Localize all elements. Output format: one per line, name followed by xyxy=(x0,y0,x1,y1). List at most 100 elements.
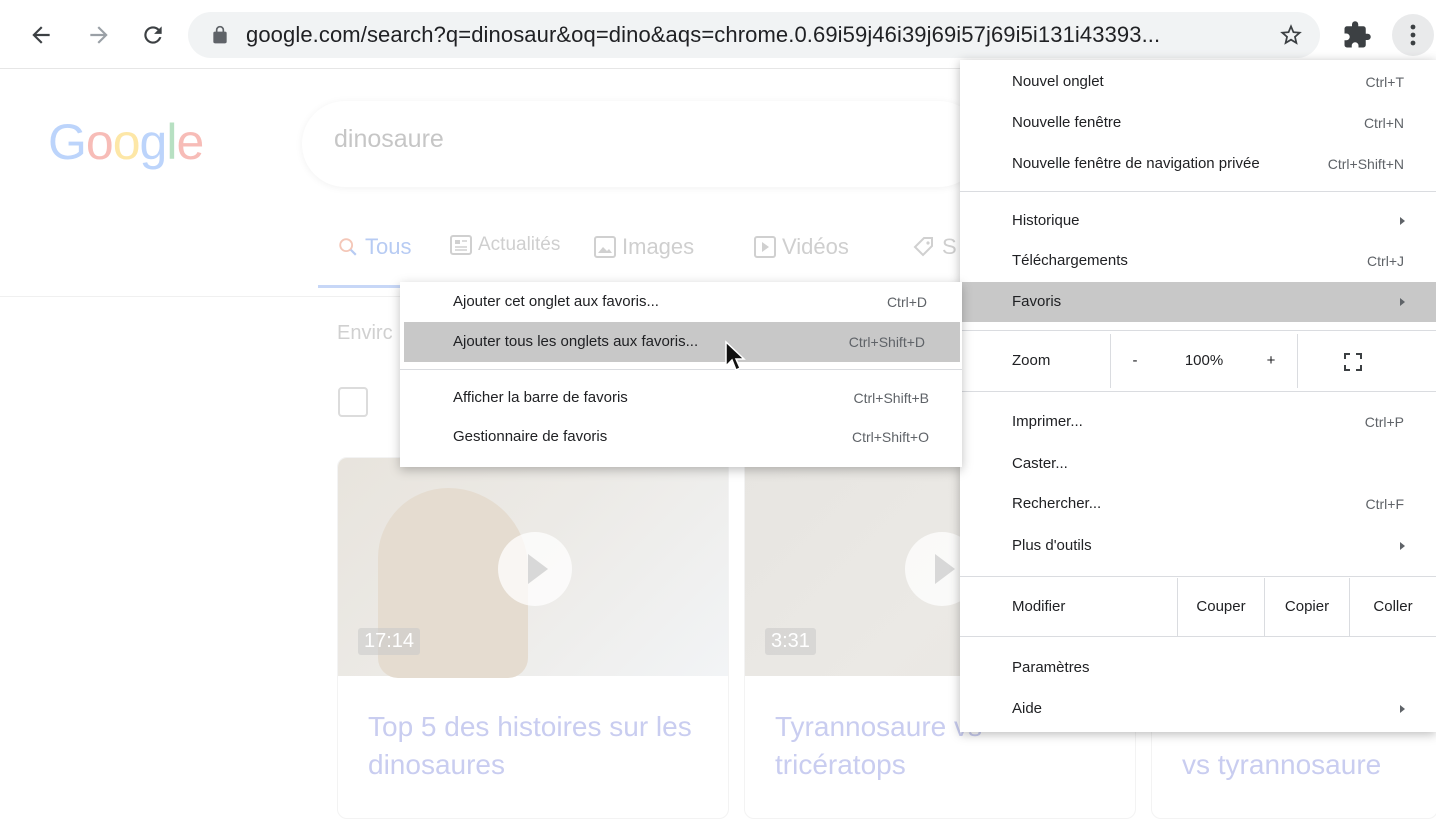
submenu-item-show-bookmarks-bar[interactable]: Afficher la barre de favoris Ctrl+Shift+… xyxy=(400,378,962,418)
paste-button[interactable]: Coller xyxy=(1350,578,1436,636)
tab-label: S xyxy=(942,234,957,259)
submenu-arrow-icon xyxy=(1400,217,1405,225)
extensions-puzzle-icon[interactable] xyxy=(1342,20,1372,50)
menu-item-bookmarks[interactable]: Favoris xyxy=(960,282,1436,322)
video-card[interactable]: 17:14 Top 5 des histoires sur les dinosa… xyxy=(337,457,729,819)
submenu-arrow-icon xyxy=(1400,298,1405,306)
search-input[interactable]: dinosaure xyxy=(334,125,444,154)
video-title[interactable]: Top 5 des histoires sur les dinosaures xyxy=(368,708,708,784)
star-icon[interactable] xyxy=(1278,22,1304,48)
menu-item-shortcut: Ctrl+Shift+N xyxy=(1327,156,1404,172)
tab-label: Actualités xyxy=(478,234,561,255)
menu-item-downloads[interactable]: Téléchargements Ctrl+J xyxy=(960,241,1436,281)
edit-label: Modifier xyxy=(1012,598,1066,615)
menu-item-shortcut: Ctrl+T xyxy=(1365,74,1405,90)
video-title[interactable]: vs tyrannosaure xyxy=(1182,746,1436,784)
menu-item-shortcut: Ctrl+N xyxy=(1363,115,1404,131)
tab-label: Images xyxy=(622,234,695,259)
menu-item-incognito[interactable]: Nouvelle fenêtre de navigation privée Ct… xyxy=(960,144,1436,184)
tab-shopping[interactable]: S xyxy=(912,234,957,260)
submenu-item-shortcut: Ctrl+D xyxy=(886,294,927,310)
menu-item-label: Plus d'outils xyxy=(1012,537,1092,554)
mouse-cursor-icon xyxy=(725,340,746,372)
tab-all[interactable]: Tous xyxy=(337,234,411,260)
tab-label: Vidéos xyxy=(782,234,849,259)
video-thumbnail[interactable]: 17:14 xyxy=(338,458,728,678)
menu-item-label: Rechercher... xyxy=(1012,495,1102,512)
submenu-item-bookmark-manager[interactable]: Gestionnaire de favoris Ctrl+Shift+O xyxy=(400,417,962,457)
logo-letter: o xyxy=(112,114,141,170)
video-section-icon xyxy=(338,387,368,417)
submenu-item-label: Ajouter cet onglet aux favoris... xyxy=(453,293,659,310)
submenu-item-label: Ajouter tous les onglets aux favoris... xyxy=(453,333,699,350)
google-logo[interactable]: Google xyxy=(48,113,204,171)
menu-item-help[interactable]: Aide xyxy=(960,689,1436,729)
video-duration: 3:31 xyxy=(765,628,816,655)
news-icon xyxy=(450,235,472,255)
logo-letter: l xyxy=(166,114,177,170)
menu-item-new-window[interactable]: Nouvelle fenêtre Ctrl+N xyxy=(960,103,1436,143)
menu-item-find[interactable]: Rechercher... Ctrl+F xyxy=(960,484,1436,524)
zoom-in-button[interactable]: + xyxy=(1256,334,1286,388)
menu-item-more-tools[interactable]: Plus d'outils xyxy=(960,526,1436,566)
menu-item-shortcut: Ctrl+P xyxy=(1364,414,1404,430)
menu-item-settings[interactable]: Paramètres xyxy=(960,648,1436,688)
chrome-menu-button[interactable] xyxy=(1392,14,1434,56)
submenu-item-bookmark-tab[interactable]: Ajouter cet onglet aux favoris... Ctrl+D xyxy=(400,282,962,322)
submenu-arrow-icon xyxy=(1400,542,1405,550)
submenu-item-label: Gestionnaire de favoris xyxy=(453,428,608,445)
zoom-level: 100% xyxy=(1184,352,1224,369)
menu-item-label: Imprimer... xyxy=(1012,413,1083,430)
more-vertical-icon xyxy=(1410,24,1416,46)
tab-news[interactable]: Actualités xyxy=(450,234,560,256)
back-button[interactable] xyxy=(24,18,58,52)
menu-divider xyxy=(960,636,1436,637)
search-icon xyxy=(339,238,357,256)
submenu-item-bookmark-all-tabs[interactable]: Ajouter tous les onglets aux favoris... … xyxy=(404,322,960,362)
zoom-row: Zoom - 100% + xyxy=(960,334,1436,388)
menu-item-label: Aide xyxy=(1012,700,1043,717)
tag-icon xyxy=(913,237,933,257)
forward-button[interactable] xyxy=(82,18,116,52)
submenu-item-shortcut: Ctrl+Shift+B xyxy=(853,390,929,406)
menu-item-new-tab[interactable]: Nouvel onglet Ctrl+T xyxy=(960,62,1436,102)
menu-divider xyxy=(960,576,1436,577)
logo-letter: e xyxy=(176,114,204,170)
menu-item-label: Caster... xyxy=(1012,455,1068,472)
url-text[interactable]: google.com/search?q=dinosaur&oq=dino&aqs… xyxy=(246,12,1160,58)
cut-button[interactable]: Couper xyxy=(1178,578,1264,636)
menu-item-shortcut: Ctrl+F xyxy=(1365,496,1405,512)
menu-item-cast[interactable]: Caster... xyxy=(960,444,1436,484)
reload-button[interactable] xyxy=(136,18,170,52)
logo-letter: g xyxy=(139,114,168,170)
video-icon xyxy=(754,236,776,258)
video-duration: 17:14 xyxy=(358,628,421,655)
menu-item-label: Nouvelle fenêtre xyxy=(1012,114,1122,131)
bookmarks-submenu: Ajouter cet onglet aux favoris... Ctrl+D… xyxy=(400,282,962,467)
tab-images[interactable]: Images xyxy=(594,234,694,260)
zoom-out-button[interactable]: - xyxy=(1120,334,1150,388)
submenu-divider xyxy=(400,369,962,370)
tab-videos[interactable]: Vidéos xyxy=(754,234,849,260)
reload-icon xyxy=(144,26,162,44)
menu-divider xyxy=(960,391,1436,392)
zoom-label: Zoom xyxy=(1012,352,1051,369)
play-icon[interactable] xyxy=(498,532,572,606)
submenu-item-shortcut: Ctrl+Shift+O xyxy=(851,429,929,445)
active-tab-indicator xyxy=(318,285,402,288)
menu-item-history[interactable]: Historique xyxy=(960,201,1436,241)
menu-item-print[interactable]: Imprimer... Ctrl+P xyxy=(960,402,1436,442)
arrow-right-icon xyxy=(90,26,108,44)
submenu-arrow-icon xyxy=(1400,705,1405,713)
chrome-main-menu: Nouvel onglet Ctrl+T Nouvelle fenêtre Ct… xyxy=(960,60,1436,732)
submenu-item-shortcut: Ctrl+Shift+D xyxy=(848,334,925,350)
menu-item-label: Nouvel onglet xyxy=(1012,73,1104,90)
lock-icon[interactable] xyxy=(210,25,230,45)
menu-item-label: Favoris xyxy=(1012,293,1062,310)
image-icon xyxy=(594,236,616,258)
fullscreen-icon[interactable] xyxy=(1344,353,1362,371)
address-bar[interactable]: google.com/search?q=dinosaur&oq=dino&aqs… xyxy=(188,12,1320,58)
copy-button[interactable]: Copier xyxy=(1265,578,1349,636)
menu-item-label: Paramètres xyxy=(1012,659,1090,676)
menu-divider xyxy=(960,191,1436,192)
